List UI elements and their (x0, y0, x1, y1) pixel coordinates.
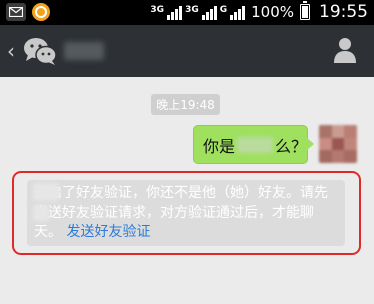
highlight-outline (12, 171, 361, 255)
signal-icon (230, 4, 246, 20)
chevron-left-icon[interactable]: ‹ (7, 39, 15, 63)
battery-percent: 100% (251, 3, 294, 21)
clock: 19:55 (319, 2, 368, 22)
outgoing-message-bubble[interactable]: 你是 么？ (193, 125, 314, 164)
avatar[interactable] (319, 125, 357, 163)
network-type-label: G (219, 4, 228, 15)
wechat-logo-icon[interactable] (22, 36, 58, 66)
network-type-label: 3G (150, 4, 165, 15)
app-notification-icon (32, 3, 50, 21)
message-text-suffix: 么？ (274, 136, 307, 156)
signal-icon (201, 4, 217, 20)
mail-icon (6, 3, 26, 21)
contact-name-blurred (64, 42, 104, 60)
masked-text (237, 136, 273, 153)
bubble-tail (307, 138, 314, 150)
network-type-label: 3G (185, 4, 199, 15)
message-timestamp: 晚上19:48 (151, 94, 220, 115)
message-text-prefix: 你是 (203, 136, 236, 156)
person-icon[interactable] (334, 37, 356, 63)
status-bar: 3G 3G G 100% 19:55 (0, 0, 374, 25)
title-bar: ‹ (0, 25, 374, 77)
battery-icon (300, 1, 310, 20)
signal-icon (167, 4, 183, 20)
